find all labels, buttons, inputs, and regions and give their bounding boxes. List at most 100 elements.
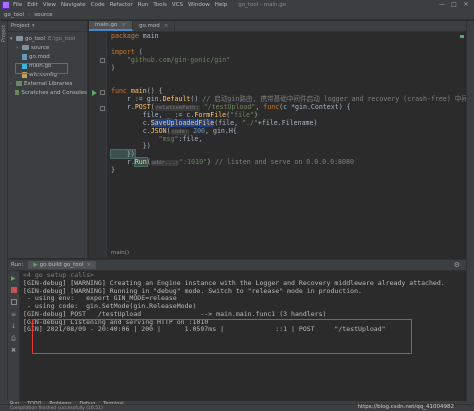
left-tool-strip: Project [0,21,8,401]
print-icon[interactable]: ⎙ [11,335,17,342]
menu-refactor[interactable]: Refactor [110,2,133,8]
run-config-label: go build go_tool [39,262,84,268]
code-token: FormFile [194,110,227,119]
menu-edit[interactable]: Edit [27,2,38,8]
menu-code[interactable]: Code [91,2,105,8]
gomod-file-icon [22,53,27,60]
code-token: Default [162,95,191,104]
code-token: r. [111,158,135,167]
code-token: "github.com/gin-gonic/gin" [126,55,231,64]
soft-wrap-icon[interactable]: ≡ [11,311,17,318]
chevron-right-icon: › [28,11,31,18]
scratches-icon [14,90,20,95]
tab-go-mod[interactable]: go.mod × [133,21,176,31]
stop-icon[interactable] [11,287,17,293]
code-token: Run [133,157,148,168]
fold-icon[interactable] [100,58,105,63]
code-token: POST [134,103,151,112]
code-token: (c *gin.Context) { [279,103,351,112]
rerun-icon[interactable]: ▶ [11,275,17,282]
window-title: go_tool - main.go [238,2,287,8]
scroll-to-end-icon[interactable]: ↓ [11,323,17,330]
gear-icon[interactable]: ⚙ [454,261,460,269]
nav-folder[interactable]: source [34,12,52,18]
folder-icon [16,36,23,41]
highlight-annotation-box [15,63,68,74]
tree-item-gomod[interactable]: go.mod [10,52,87,61]
fold-icon[interactable] [100,106,105,111]
app-logo-icon [2,1,10,9]
run-gutter-icon[interactable] [92,90,97,96]
code-token: "./" [242,118,258,127]
code-editor: main.go × go.mod × package main import ( … [89,21,474,258]
code-token: main [138,32,159,40]
project-tool-tab[interactable]: Project [1,25,7,42]
editor-breadcrumb[interactable]: main() [111,250,129,256]
run-label: Run: [11,262,24,268]
code-area[interactable]: package main import ( "github.com/gin-gon… [110,32,474,175]
menu-navigate[interactable]: Navigate [61,2,86,8]
code-token: ) [111,63,115,72]
menu-help[interactable]: Help [215,2,228,8]
code-token: ) [207,158,215,167]
maximize-button[interactable]: □ [448,0,460,10]
run-toolbar: ▶ ≡ ↓ ⎙ ✖ [8,271,20,402]
code-token: "/testUpload" [199,103,256,112]
code-token: +file.Filename) [257,118,318,127]
code-token: () [190,95,203,104]
project-panel-title[interactable]: Project [11,23,30,29]
menu-file[interactable]: File [13,2,22,8]
tree-item-label: External Libraries [24,80,73,87]
menu-run[interactable]: Run [138,2,149,8]
nav-project[interactable]: go_tool [4,12,24,18]
minimize-button[interactable]: — [436,0,448,10]
code-comment: // 启动gin路由, 携带基础中间件启动 logger and recover… [202,95,474,104]
menu-window[interactable]: Window [188,2,210,8]
code-token: (file, [214,118,243,127]
navigation-bar: go_tool › source [0,10,474,20]
code-token: ( [166,126,171,135]
menu-view[interactable]: View [43,2,56,8]
code-token: r. [111,103,135,112]
window-controls: — □ ✕ [436,0,472,10]
close-tab-icon[interactable]: × [87,262,92,268]
code-token: "msg" [111,134,179,143]
code-token: "file" [230,110,254,119]
code-token: ( [134,47,143,56]
menu-bar: File Edit View Navigate Code Refactor Ru… [0,0,474,10]
chevron-down-icon[interactable]: ▾ [32,23,35,29]
tree-root-path: E:\go_tool [48,35,76,42]
code-token: func [263,103,280,112]
close-tab-icon[interactable]: × [121,22,126,28]
editor-gutter [89,32,107,258]
code-token: package [111,32,139,40]
project-panel-header: Project ▾ [8,21,87,32]
menu-tools[interactable]: Tools [153,2,167,8]
tab-main-go[interactable]: main.go × [89,21,133,31]
tree-item-source[interactable]: › source [10,43,87,52]
code-token: :file, [178,134,203,143]
tree-root[interactable]: ▾ go_tool E:\go_tool [10,34,87,43]
code-token: , gin.H{ [205,126,237,135]
close-tab-icon[interactable]: × [164,23,169,29]
tree-item-label: Scratches and Consoles [21,89,87,96]
project-panel: Project ▾ ▾ go_tool E:\go_tool › source … [8,21,88,258]
close-button[interactable]: ✕ [460,0,472,10]
tree-item-scratches[interactable]: Scratches and Consoles [10,88,87,97]
watermark: https://blog.csdn.net/qq_41004982 [357,404,454,410]
run-panel-header: Run: ▶ go build go_tool × ⚙ [8,260,466,271]
code-token: JSON [150,126,167,135]
code-token: SaveUploadedFile [150,118,215,127]
code-token: r := gin. [111,95,163,104]
fold-icon[interactable] [100,90,105,95]
tree-item-external-libraries[interactable]: › External Libraries [10,79,87,88]
menu-vcs[interactable]: VCS [172,2,183,8]
trash-icon[interactable]: ✖ [11,347,17,354]
restore-layout-icon[interactable] [11,299,17,305]
tree-item-label: go.mod [29,53,50,60]
tab-label: go.mod [138,23,160,29]
tree-item-label: source [31,44,50,51]
code-token: 200 [189,126,206,135]
run-config-tab[interactable]: ▶ go build go_tool × [28,261,97,269]
right-tool-strip [466,21,474,401]
